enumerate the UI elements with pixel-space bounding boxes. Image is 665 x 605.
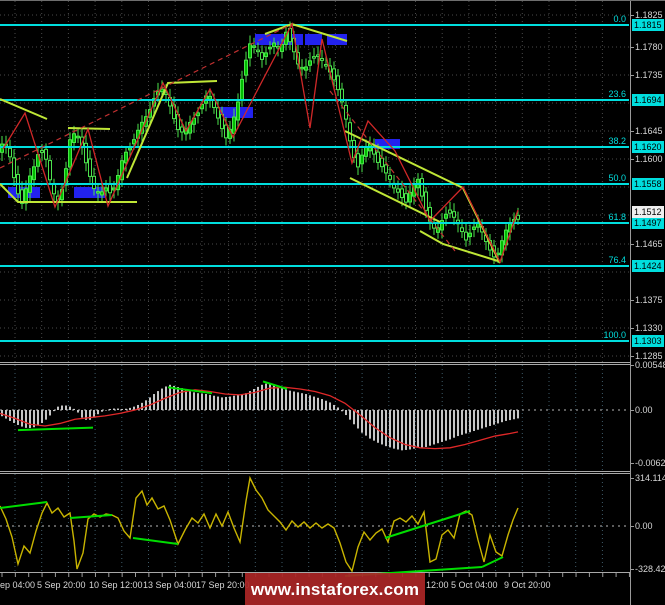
axis-tick [631,478,634,479]
time-axis-label: 5 Sep 20:00 [37,580,86,590]
price-axis-label: -328.421 [635,564,665,574]
price-axis-label: 1.1600 [635,154,663,164]
price-axis-label: 0.00548 [635,360,665,370]
fib-level-label: 100.0 [603,330,626,340]
time-axis-label: 10 Sep 12:00 [89,580,143,590]
candlesticks [0,21,520,264]
axis-tick [631,526,634,527]
price-axis-label: 314.1148 [635,473,665,483]
axis-tick [631,300,634,301]
price-axis-label: 1.1465 [635,239,663,249]
price-axis-label: 0.00 [635,521,653,531]
axis-tick [631,569,634,570]
price-axis-label: 1.1645 [635,126,663,136]
axis-tick [631,75,634,76]
axis-tick [631,244,634,245]
fib-price-tag: 1.1620 [632,141,664,153]
axis-tick [631,463,634,464]
grid [0,1,629,572]
price-axis: 1.1825 1.1780 1.1735 1.1645 1.1600 1.1465 1.13… [630,1,665,605]
time-axis-label: 9 Oct 20:00 [504,580,551,590]
fib-price-tag: 1.1558 [632,178,664,190]
time-axis-label: 5 Oct 04:00 [451,580,498,590]
price-axis-label: 1.1735 [635,70,663,80]
fib-level-label: 0.0 [613,14,626,24]
macd-histogram [1,383,519,451]
current-price-tag: 1.1512 [632,206,664,218]
fib-price-tag: 1.1815 [632,19,664,31]
axis-tick [631,410,634,411]
fib-level-label: 23.6 [608,89,626,99]
panel-separators [0,362,630,573]
oscillator-line [0,475,519,573]
fib-price-tag: 1.1303 [632,335,664,347]
fib-price-tag: 1.1497 [632,217,664,229]
fib-price-tag: 1.1694 [632,94,664,106]
axis-tick [631,159,634,160]
fib-level-label: 61.8 [608,212,626,222]
fib-level-label: 38.2 [608,136,626,146]
axis-tick [631,47,634,48]
chart-canvas[interactable]: 0.0 23.6 38.2 50.0 61.8 76.4 100.0 [0,1,630,605]
price-axis-label: 0.00 [635,405,653,415]
trading-chart-window: 0.0 23.6 38.2 50.0 61.8 76.4 100.0 1.1825 1.178… [0,0,665,605]
fib-level-label: 50.0 [608,173,626,183]
price-axis-label: 1.1780 [635,42,663,52]
time-axis-label: 12:00 [426,580,449,590]
fib-price-tag: 1.1424 [632,260,664,272]
price-axis-label: 1.1375 [635,295,663,305]
fib-level-label: 76.4 [608,255,626,265]
axis-tick [631,328,634,329]
watermark-banner: www.instaforex.com [245,573,425,605]
price-axis-label: 1.1330 [635,323,663,333]
axis-tick [631,365,634,366]
time-axis-label: 17 Sep 20:00 [196,580,250,590]
axis-tick [631,131,634,132]
axis-tick [631,15,634,16]
time-axis-label: ep 04:00 [0,580,36,590]
price-axis-label: -0.00628 [635,458,665,468]
time-axis-label: 13 Sep 04:00 [143,580,197,590]
axis-tick [631,356,634,357]
